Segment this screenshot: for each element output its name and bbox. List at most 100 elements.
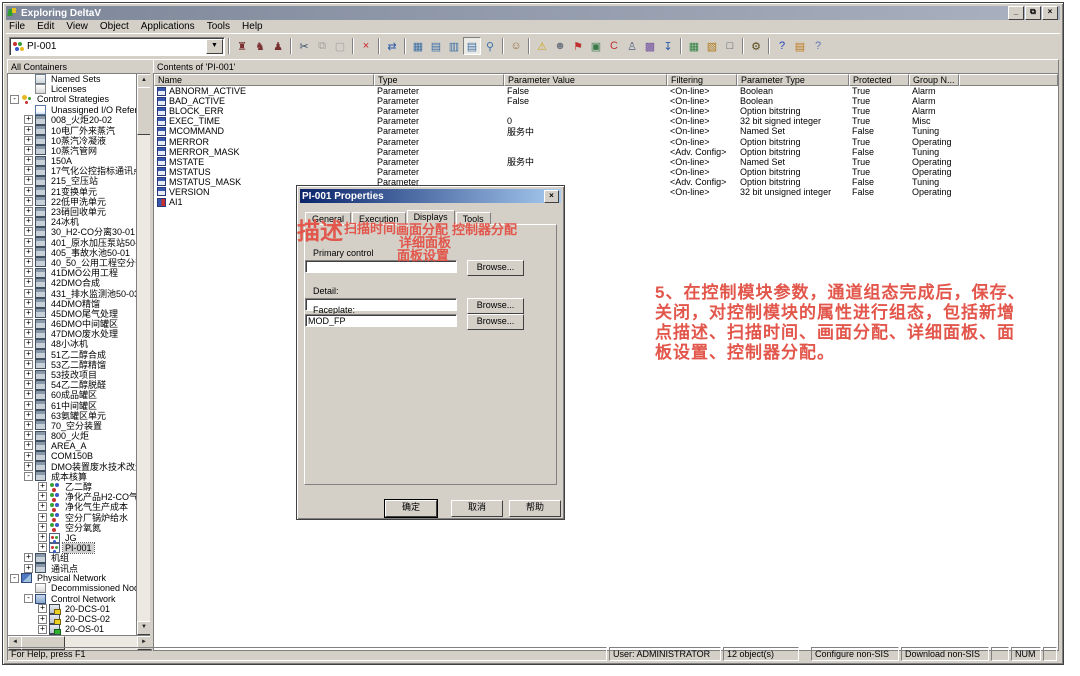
view-small-icons-icon[interactable]: ▤ <box>427 37 445 55</box>
tree-item[interactable]: +通讯点 <box>8 563 137 573</box>
object-combo[interactable]: ▼ <box>9 37 225 56</box>
expand-icon[interactable]: + <box>38 543 47 552</box>
expand-icon[interactable]: + <box>24 431 33 440</box>
trend-chart-icon[interactable]: ▧ <box>703 37 721 55</box>
user-manager-icon[interactable]: ☺ <box>507 37 525 55</box>
table-row[interactable]: MERRORParameter<On-line>Option bitstring… <box>154 136 1058 146</box>
expand-icon[interactable]: + <box>38 533 47 542</box>
column-header[interactable]: Parameter Type <box>737 74 849 86</box>
table-row[interactable]: AI1 <box>154 197 1058 207</box>
view-large-icons-icon[interactable]: ▦ <box>409 37 427 55</box>
tree-item[interactable]: -Control Strategies <box>8 94 137 104</box>
menu-item-object[interactable]: Object <box>100 21 129 32</box>
table-row[interactable]: VERSIONParameter1<On-line>32 bit unsigne… <box>154 187 1058 197</box>
expand-icon[interactable]: + <box>24 370 33 379</box>
expand-icon[interactable]: + <box>24 197 33 206</box>
expand-icon[interactable]: + <box>24 207 33 216</box>
table-row[interactable]: BAD_ACTIVEParameterFalse<On-line>Boolean… <box>154 96 1058 106</box>
tree-item[interactable]: +20-OS-01 <box>8 624 137 634</box>
view-list-icon[interactable]: ▥ <box>445 37 463 55</box>
combo-dropdown-icon[interactable]: ▼ <box>206 39 223 54</box>
expand-icon[interactable]: + <box>24 289 33 298</box>
collapse-icon[interactable]: - <box>24 594 33 603</box>
table-row[interactable]: BLOCK_ERRParameter<On-line>Option bitstr… <box>154 106 1058 116</box>
browse-button[interactable]: Browse... <box>467 314 524 330</box>
object-combo-input[interactable] <box>27 41 206 52</box>
menu-item-view[interactable]: View <box>66 21 88 32</box>
diagnostics-icon[interactable]: □ <box>721 37 739 55</box>
explore-modules-icon[interactable]: ♜ <box>233 37 251 55</box>
alarm-bell-icon[interactable]: ⚠ <box>533 37 551 55</box>
expand-icon[interactable]: + <box>24 156 33 165</box>
column-header[interactable]: Filtering <box>667 74 737 86</box>
table-row[interactable]: MSTATUSParameter<On-line>Option bitstrin… <box>154 167 1058 177</box>
column-header[interactable]: Parameter Value <box>504 74 667 86</box>
expand-icon[interactable]: + <box>24 339 33 348</box>
cut-icon[interactable]: ✂ <box>295 37 313 55</box>
tree-item[interactable]: +AREA_A <box>8 441 137 451</box>
tree-item[interactable]: +JG <box>8 532 137 542</box>
dialog-title-bar[interactable]: PI-001 Properties × <box>300 189 561 203</box>
expand-icon[interactable]: + <box>24 390 33 399</box>
download-icon[interactable]: ↧ <box>659 37 677 55</box>
context-help-icon[interactable]: ? <box>809 37 827 55</box>
column-header[interactable]: Type <box>374 74 504 86</box>
expand-icon[interactable]: + <box>24 319 33 328</box>
import-export-icon[interactable]: ⇄ <box>383 37 401 55</box>
browse-button[interactable]: Browse... <box>467 260 524 276</box>
tree-item[interactable]: +空分氧氮 <box>8 522 137 532</box>
scroll-down-icon[interactable]: ▼ <box>137 621 151 635</box>
table-row[interactable]: MCOMMANDParameter服务中<On-line>Named SetFa… <box>154 126 1058 136</box>
expand-icon[interactable]: + <box>38 482 47 491</box>
expand-icon[interactable]: + <box>24 380 33 389</box>
find-icon[interactable]: ⚲ <box>481 37 499 55</box>
view-details-icon[interactable]: ▤ <box>463 37 481 55</box>
table-row[interactable]: MSTATUS_MASKParameter<Adv. Config>Option… <box>154 177 1058 187</box>
expand-icon[interactable]: + <box>24 329 33 338</box>
ok-button[interactable]: 确定 <box>385 500 437 517</box>
expand-icon[interactable]: + <box>24 227 33 236</box>
menu-item-tools[interactable]: Tools <box>207 21 230 32</box>
tree-item[interactable]: +800_火炬 <box>8 431 137 441</box>
restore-button[interactable]: ⧉ <box>1025 6 1041 20</box>
menu-item-applications[interactable]: Applications <box>141 21 195 32</box>
expand-icon[interactable]: + <box>24 136 33 145</box>
explore-network-icon[interactable]: ♟ <box>269 37 287 55</box>
sfc-icon[interactable]: C <box>605 37 623 55</box>
collapse-icon[interactable]: - <box>10 574 19 583</box>
tree-item[interactable]: +PI-001 <box>8 543 137 553</box>
expand-icon[interactable]: + <box>38 615 47 624</box>
history-chart-icon[interactable]: ▦ <box>685 37 703 55</box>
operator-icon[interactable]: ☻ <box>551 37 569 55</box>
expand-icon[interactable]: + <box>24 278 33 287</box>
minimize-button[interactable]: _ <box>1008 6 1024 20</box>
license-keys-icon[interactable]: ⚙ <box>747 37 765 55</box>
picture-icon[interactable]: ▣ <box>587 37 605 55</box>
column-header[interactable]: Name <box>154 74 374 86</box>
expand-icon[interactable]: + <box>24 115 33 124</box>
expand-icon[interactable]: + <box>24 401 33 410</box>
expand-icon[interactable]: + <box>24 258 33 267</box>
assign-icon[interactable]: ▩ <box>641 37 659 55</box>
menu-item-help[interactable]: Help <box>242 21 263 32</box>
expand-icon[interactable]: + <box>24 309 33 318</box>
menu-item-edit[interactable]: Edit <box>37 21 54 32</box>
explore-areas-icon[interactable]: ♞ <box>251 37 269 55</box>
paste-icon[interactable]: ▢ <box>331 37 349 55</box>
expand-icon[interactable]: + <box>24 126 33 135</box>
tree-item[interactable]: +20-DCS-02 <box>8 614 137 624</box>
expand-icon[interactable]: + <box>24 411 33 420</box>
tree-item[interactable]: Licenses <box>8 84 137 94</box>
expand-icon[interactable]: + <box>38 492 47 501</box>
bookmark-icon[interactable]: ⚑ <box>569 37 587 55</box>
expand-icon[interactable]: + <box>38 513 47 522</box>
scroll-up-icon[interactable]: ▲ <box>137 74 151 88</box>
books-icon[interactable]: ▤ <box>791 37 809 55</box>
expand-icon[interactable]: + <box>24 421 33 430</box>
close-button[interactable]: × <box>1042 6 1058 20</box>
copy-icon[interactable]: ⧉ <box>313 37 331 55</box>
tree-item[interactable]: +10蒸汽管网 <box>8 145 137 155</box>
expand-icon[interactable]: + <box>38 625 47 634</box>
expand-icon[interactable]: + <box>24 462 33 471</box>
expand-icon[interactable]: + <box>24 350 33 359</box>
